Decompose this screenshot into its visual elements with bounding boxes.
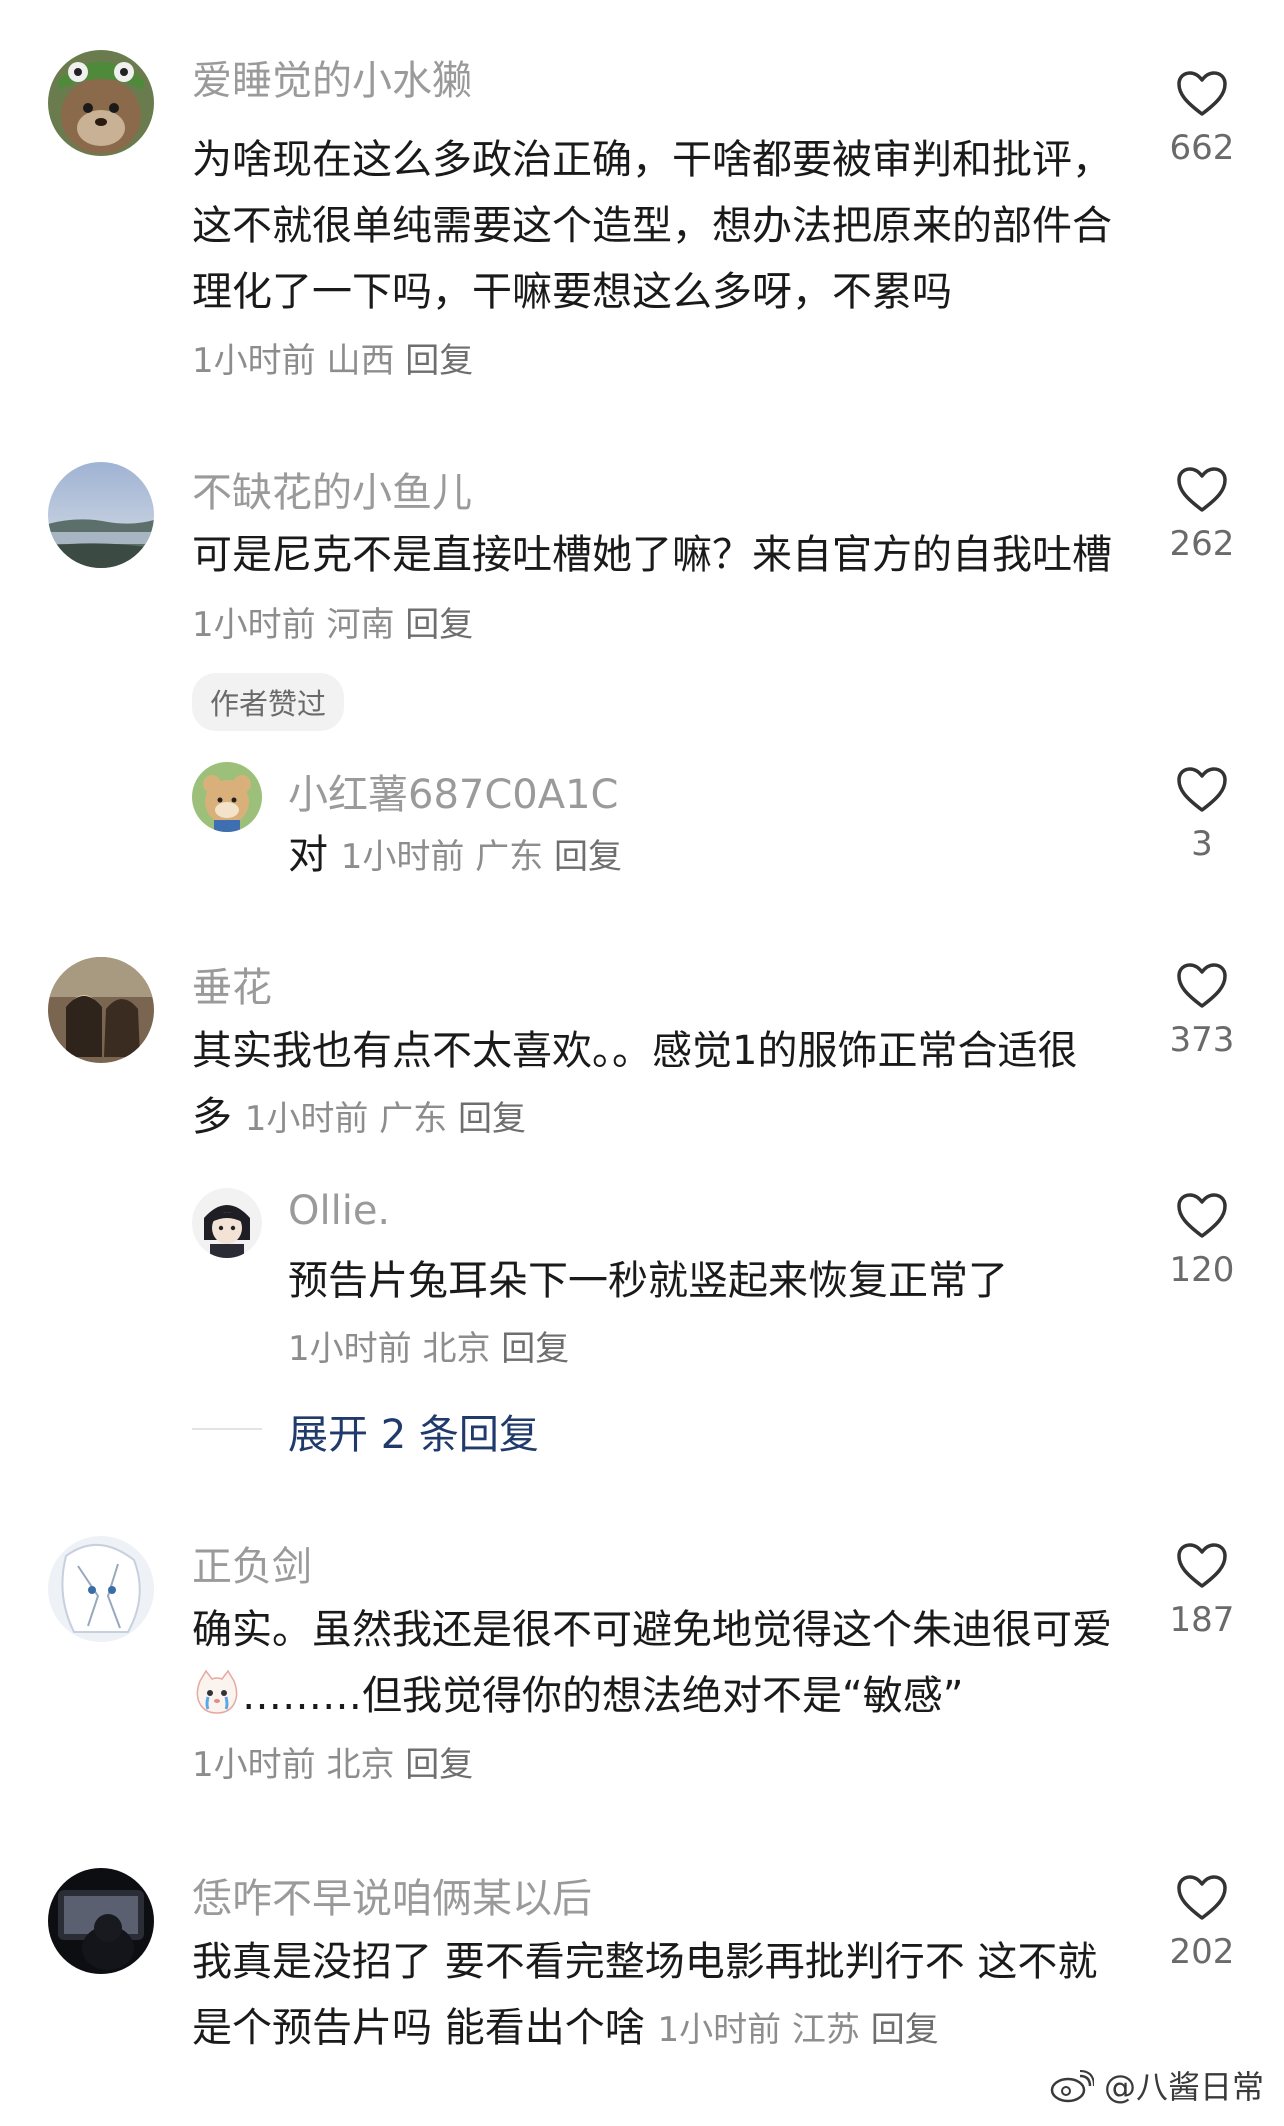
comment-text: 可是尼克不是直接吐槽她了嘛？来自官方的自我吐槽 1小时前 河南 回复: [192, 522, 1112, 658]
like-count: 3: [1191, 824, 1213, 864]
comment-text: 确实。虽然我还是很不可避免地觉得这个朱迪很可爱 ………但我觉得你的想法绝对不是“敏…: [192, 1597, 1112, 1729]
reply-button[interactable]: 回复: [458, 1099, 526, 1139]
comment-meta: 1小时前 北京 回复: [288, 1316, 569, 1382]
comment-meta: 1小时前 江苏 回复: [657, 2010, 938, 2050]
reply-button[interactable]: 回复: [554, 837, 622, 877]
heart-icon: [1177, 1875, 1227, 1920]
avatar[interactable]: [48, 957, 154, 1063]
comment-body: 预告片兔耳朵下一秒就竖起来恢复正常了: [288, 1258, 1008, 1304]
watermark: @八酱日常: [1050, 2062, 1264, 2108]
heart-icon: [1177, 963, 1227, 1008]
heart-icon: [1177, 71, 1227, 116]
comment-meta: 1小时前 广东 回复: [245, 1099, 526, 1139]
like-button[interactable]: 120: [1142, 1192, 1262, 1290]
comment-text: 对 1小时前 广东 回复: [288, 822, 1108, 890]
reply-button[interactable]: 回复: [501, 1329, 569, 1369]
like-button[interactable]: 662: [1142, 70, 1262, 168]
like-button[interactable]: 3: [1142, 766, 1262, 864]
username[interactable]: Ollie.: [288, 1188, 390, 1234]
avatar[interactable]: [48, 1868, 154, 1974]
username[interactable]: 爱睡觉的小水獭: [192, 48, 472, 106]
comment-meta: 1小时前 北京 回复: [192, 1732, 473, 1798]
comment-text: 预告片兔耳朵下一秒就竖起来恢复正常了: [288, 1248, 1108, 1314]
location: 广东: [475, 837, 544, 877]
like-button[interactable]: 202: [1142, 1874, 1262, 1972]
location: 广东: [379, 1099, 448, 1139]
weibo-logo-icon: [1050, 2070, 1095, 2103]
comment-meta: 1小时前 广东 回复: [341, 837, 622, 877]
like-count: 373: [1169, 1020, 1235, 1060]
crying-cat-emoji-icon: [192, 1667, 242, 1717]
avatar[interactable]: [48, 50, 154, 156]
location: 山西: [326, 341, 395, 381]
heart-icon: [1177, 467, 1227, 512]
avatar[interactable]: [192, 1188, 262, 1258]
username[interactable]: 不缺花的小鱼儿: [192, 460, 472, 518]
like-button[interactable]: 373: [1142, 962, 1262, 1060]
watermark-text: @八酱日常: [1103, 2068, 1264, 2106]
comment-text: 我真是没招了 要不看完整场电影再批判行不 这不就是个预告片吗 能看出个啥 1小时…: [192, 1929, 1112, 2063]
username[interactable]: 小红薯687C0A1C: [288, 762, 618, 820]
reply-button[interactable]: 回复: [405, 1745, 473, 1785]
author-liked-badge: 作者赞过: [192, 673, 345, 731]
username[interactable]: 垂花: [192, 955, 272, 1013]
like-count: 262: [1169, 524, 1235, 564]
location: 北京: [422, 1329, 491, 1369]
username[interactable]: 正负剑: [192, 1534, 312, 1592]
like-count: 662: [1169, 128, 1235, 168]
reply-button[interactable]: 回复: [405, 341, 473, 381]
heart-icon: [1177, 1543, 1227, 1588]
comment-body: 为啥现在这么多政治正确，干啥都要被审判和批评，这不就很单纯需要这个造型，想办法把…: [192, 137, 1112, 315]
location: 江苏: [791, 2010, 860, 2050]
comment-text: 其实我也有点不太喜欢。。感觉1的服饰正常合适很多 1小时前 广东 回复: [192, 1018, 1112, 1152]
comment-meta: 1小时前 山西 回复: [192, 328, 473, 394]
location: 北京: [326, 1745, 395, 1785]
comment-body-part2: ………但我觉得你的想法绝对不是“敏感”: [242, 1673, 964, 1719]
expand-divider: [192, 1428, 262, 1430]
comment-text: 为啥现在这么多政治正确，干啥都要被审判和批评，这不就很单纯需要这个造型，想办法把…: [192, 127, 1112, 325]
comment-body: 可是尼克不是直接吐槽她了嘛？来自官方的自我吐槽: [192, 532, 1112, 578]
comment-body-part1: 确实。虽然我还是很不可避免地觉得这个朱迪很可爱: [192, 1607, 1112, 1653]
avatar[interactable]: [48, 1536, 154, 1642]
location: 河南: [326, 605, 395, 645]
timestamp: 1小时前: [192, 605, 316, 645]
timestamp: 1小时前: [340, 837, 465, 877]
heart-icon: [1177, 1193, 1227, 1238]
heart-icon: [1177, 767, 1227, 812]
reply-button[interactable]: 回复: [871, 2010, 939, 2050]
avatar[interactable]: [192, 762, 262, 832]
like-count: 120: [1169, 1250, 1235, 1290]
username[interactable]: 恁咋不早说咱俩某以后: [192, 1866, 592, 1924]
timestamp: 1小时前: [657, 2010, 782, 2050]
reply-button[interactable]: 回复: [405, 605, 473, 645]
timestamp: 1小时前: [244, 1099, 369, 1139]
like-count: 187: [1169, 1600, 1235, 1640]
timestamp: 1小时前: [192, 341, 316, 381]
like-count: 202: [1169, 1932, 1235, 1972]
comment-body: 对: [288, 832, 328, 878]
timestamp: 1小时前: [288, 1329, 412, 1369]
comment-body: 我真是没招了 要不看完整场电影再批判行不 这不就是个预告片吗 能看出个啥: [192, 1939, 1098, 2051]
timestamp: 1小时前: [192, 1745, 316, 1785]
avatar[interactable]: [48, 462, 154, 568]
comment-meta: 1小时前 河南 回复: [192, 605, 473, 645]
like-button[interactable]: 262: [1142, 466, 1262, 564]
expand-replies-button[interactable]: 展开 2 条回复: [288, 1402, 539, 1460]
like-button[interactable]: 187: [1142, 1542, 1262, 1640]
